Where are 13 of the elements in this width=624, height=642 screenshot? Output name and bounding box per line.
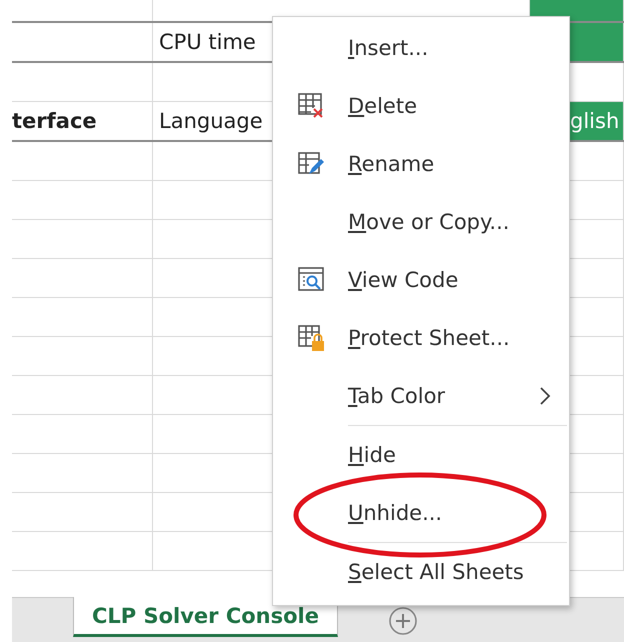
protect-sheet-icon [297,324,325,352]
menu-item[interactable]: Protect Sheet... [273,309,569,367]
add-sheet-icon[interactable] [388,606,418,636]
menu-item[interactable]: Unhide... [273,484,569,542]
view-code-icon [297,266,325,294]
menu-item[interactable]: Tab Color [273,367,569,425]
table-cell: terface [12,102,153,140]
menu-item[interactable]: View Code [273,251,569,309]
sheet-tab[interactable]: CLP Solver Console [73,597,338,637]
chevron-right-icon [539,386,551,406]
delete-sheet-icon [297,92,325,120]
menu-item[interactable]: Hide [273,426,569,484]
menu-item[interactable]: Move or Copy... [273,193,569,251]
